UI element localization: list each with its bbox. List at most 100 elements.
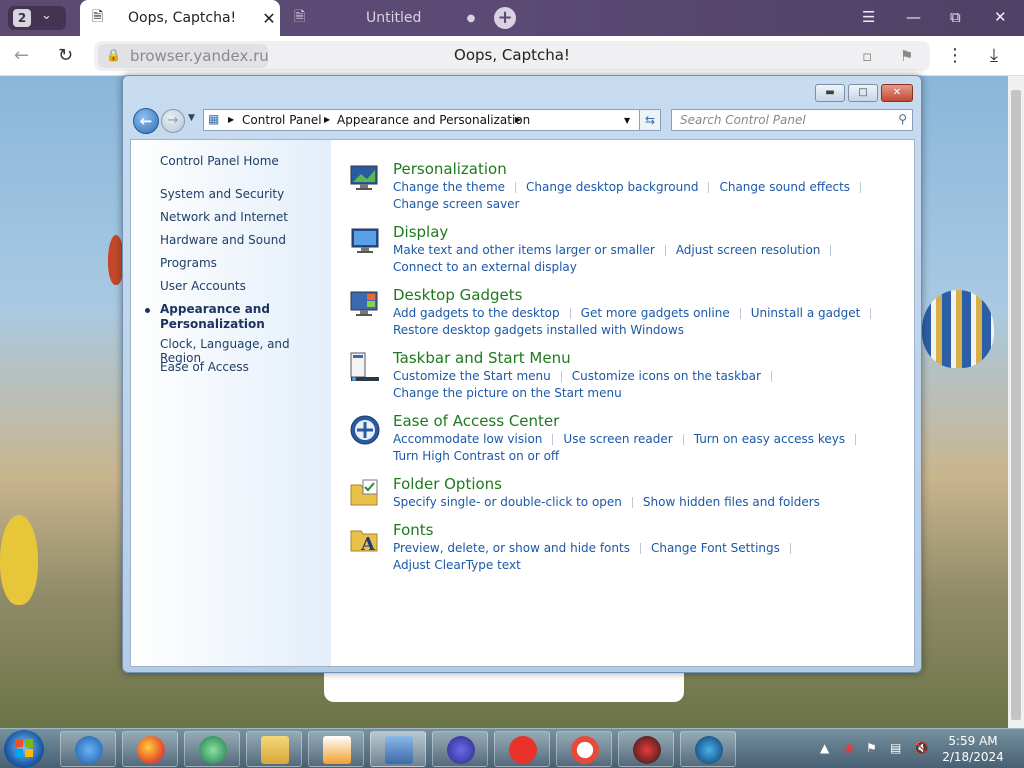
link-customize-start-menu[interactable]: Customize the Start menu — [393, 369, 551, 383]
hot-air-balloon — [0, 515, 38, 605]
tab-count-button[interactable]: 2 ⌄ — [8, 6, 66, 30]
more-options-icon[interactable]: ⋮ — [946, 45, 964, 66]
link-change-sound-effects[interactable]: Change sound effects — [719, 180, 850, 194]
captcha-card — [324, 668, 684, 702]
security-app-taskbar-button[interactable] — [618, 731, 674, 767]
menu-icon[interactable]: ☰ — [862, 8, 875, 26]
search-placeholder: Search Control Panel — [680, 113, 806, 127]
breadcrumb-arrow-icon[interactable]: ▶ — [324, 115, 330, 124]
forward-button[interactable]: → — [161, 109, 185, 133]
link-adjust-cleartype[interactable]: Adjust ClearType text — [393, 558, 521, 572]
sidebar-item-ease-of-access[interactable]: Ease of Access — [160, 360, 249, 374]
file-explorer-taskbar-button[interactable] — [246, 731, 302, 767]
link-change-start-picture[interactable]: Change the picture on the Start menu — [393, 386, 622, 400]
folder-options-title[interactable]: Folder Options — [393, 475, 502, 493]
taskbar-start-menu-title[interactable]: Taskbar and Start Menu — [393, 349, 571, 367]
link-restore-gadgets[interactable]: Restore desktop gadgets installed with W… — [393, 323, 684, 337]
flag-icon[interactable]: ⚑ — [866, 741, 877, 755]
recent-pages-dropdown[interactable]: ▼ — [188, 113, 195, 123]
link-change-font-settings[interactable]: Change Font Settings — [651, 541, 780, 555]
personalization-title[interactable]: Personalization — [393, 160, 507, 178]
sidebar-item-hardware-sound[interactable]: Hardware and Sound — [160, 233, 286, 247]
address-dropdown-icon[interactable]: ▼ — [624, 116, 630, 125]
chat-icon[interactable]: ▫ — [862, 47, 872, 65]
ccleaner-taskbar-button[interactable] — [680, 731, 736, 767]
sidebar-item-user-accounts[interactable]: User Accounts — [160, 279, 246, 293]
firefox-taskbar-button[interactable] — [122, 731, 178, 767]
close-tab-icon[interactable]: ✕ — [258, 9, 280, 28]
link-make-text-larger[interactable]: Make text and other items larger or smal… — [393, 243, 655, 257]
back-icon[interactable]: ← — [14, 45, 29, 66]
vivaldi-icon — [509, 736, 537, 764]
link-add-gadgets[interactable]: Add gadgets to the desktop — [393, 306, 560, 320]
search-icon[interactable]: ⚲ — [898, 112, 907, 126]
link-preview-fonts[interactable]: Preview, delete, or show and hide fonts — [393, 541, 630, 555]
network-icon[interactable]: ▤ — [890, 741, 901, 755]
breadcrumb-appearance[interactable]: Appearance and Personalization — [337, 113, 530, 127]
search-box[interactable]: Search Control Panel ⚲ — [671, 109, 913, 131]
link-uninstall-gadget[interactable]: Uninstall a gadget — [751, 306, 861, 320]
internet-explorer-taskbar-button[interactable] — [60, 731, 116, 767]
sidebar-item-programs[interactable]: Programs — [160, 256, 217, 270]
control-panel-icon — [385, 736, 413, 764]
link-get-more-gadgets[interactable]: Get more gadgets online — [581, 306, 730, 320]
volume-muted-icon[interactable]: 🔇 — [914, 741, 929, 755]
link-high-contrast[interactable]: Turn High Contrast on or off — [393, 449, 559, 463]
close-button[interactable]: ✕ — [881, 84, 913, 102]
desktop-gadgets-title[interactable]: Desktop Gadgets — [393, 286, 522, 304]
reload-icon[interactable]: ↻ — [58, 45, 73, 66]
media-player-taskbar-button[interactable] — [308, 731, 364, 767]
security-tray-icon[interactable]: ◉ — [844, 741, 854, 755]
start-button[interactable] — [4, 730, 44, 768]
minimize-icon[interactable]: — — [906, 8, 921, 26]
maximize-button[interactable]: □ — [848, 84, 878, 102]
link-use-screen-reader[interactable]: Use screen reader — [563, 432, 672, 446]
link-change-screen-saver[interactable]: Change screen saver — [393, 197, 520, 211]
link-change-desktop-background[interactable]: Change desktop background — [526, 180, 698, 194]
close-window-icon[interactable]: ✕ — [994, 8, 1007, 26]
page-title: Oops, Captcha! — [454, 46, 570, 64]
refresh-button[interactable]: ⇆ — [639, 109, 661, 131]
vivaldi-taskbar-button[interactable] — [494, 731, 550, 767]
bookmark-icon[interactable]: ⚑ — [900, 47, 913, 65]
app-taskbar-button[interactable] — [432, 731, 488, 767]
scrollbar-thumb[interactable] — [1011, 90, 1021, 720]
link-change-theme[interactable]: Change the theme — [393, 180, 505, 194]
breadcrumb-arrow-icon[interactable]: ▶ — [228, 115, 234, 124]
tab-untitled[interactable]: 🗎 Untitled ● — [282, 0, 482, 36]
link-easy-access-keys[interactable]: Turn on easy access keys — [694, 432, 845, 446]
link-adjust-resolution[interactable]: Adjust screen resolution — [676, 243, 821, 257]
minimize-button[interactable]: ▬ — [815, 84, 845, 102]
chat-app-taskbar-button[interactable] — [184, 731, 240, 767]
unsaved-dot-icon[interactable]: ● — [460, 13, 482, 24]
sidebar-item-control-panel-home[interactable]: Control Panel Home — [160, 154, 279, 168]
restore-icon[interactable]: ⧉ — [950, 8, 961, 26]
link-accommodate-low-vision[interactable]: Accommodate low vision — [393, 432, 542, 446]
yandex-taskbar-button[interactable] — [556, 731, 612, 767]
app-icon — [447, 736, 475, 764]
sidebar-item-system-security[interactable]: System and Security — [160, 187, 284, 201]
page-scrollbar[interactable] — [1008, 76, 1024, 728]
windows-logo-icon — [15, 739, 33, 757]
new-tab-button[interactable]: + — [494, 7, 516, 29]
breadcrumb-arrow-icon[interactable]: ▶ — [515, 115, 521, 124]
control-panel-taskbar-button[interactable] — [370, 731, 426, 767]
sidebar-item-network[interactable]: Network and Internet — [160, 210, 288, 224]
tab-oops-captcha[interactable]: 🗎 Oops, Captcha! ✕ — [80, 0, 280, 36]
link-show-hidden-files[interactable]: Show hidden files and folders — [643, 495, 820, 509]
link-customize-taskbar-icons[interactable]: Customize icons on the taskbar — [572, 369, 761, 383]
clock[interactable]: 5:59 AM 2/18/2024 — [940, 733, 1006, 765]
yandex-icon — [571, 736, 599, 764]
breadcrumb[interactable]: ▦ ▶ Control Panel ▶ Appearance and Perso… — [203, 109, 647, 131]
link-connect-external-display[interactable]: Connect to an external display — [393, 260, 577, 274]
display-title[interactable]: Display — [393, 223, 448, 241]
gadgets-icon — [350, 291, 378, 316]
ease-of-access-title[interactable]: Ease of Access Center — [393, 412, 559, 430]
back-button[interactable]: ← — [133, 108, 159, 134]
download-icon[interactable]: ⤓ — [990, 45, 998, 66]
breadcrumb-control-panel[interactable]: Control Panel — [242, 113, 322, 127]
fonts-title[interactable]: Fonts — [393, 521, 433, 539]
url-box[interactable]: 🔒 browser.yandex.ru Oops, Captcha! ▫ ⚑ — [94, 41, 930, 71]
link-single-double-click[interactable]: Specify single- or double-click to open — [393, 495, 622, 509]
show-hidden-icons[interactable]: ▲ — [820, 741, 829, 755]
